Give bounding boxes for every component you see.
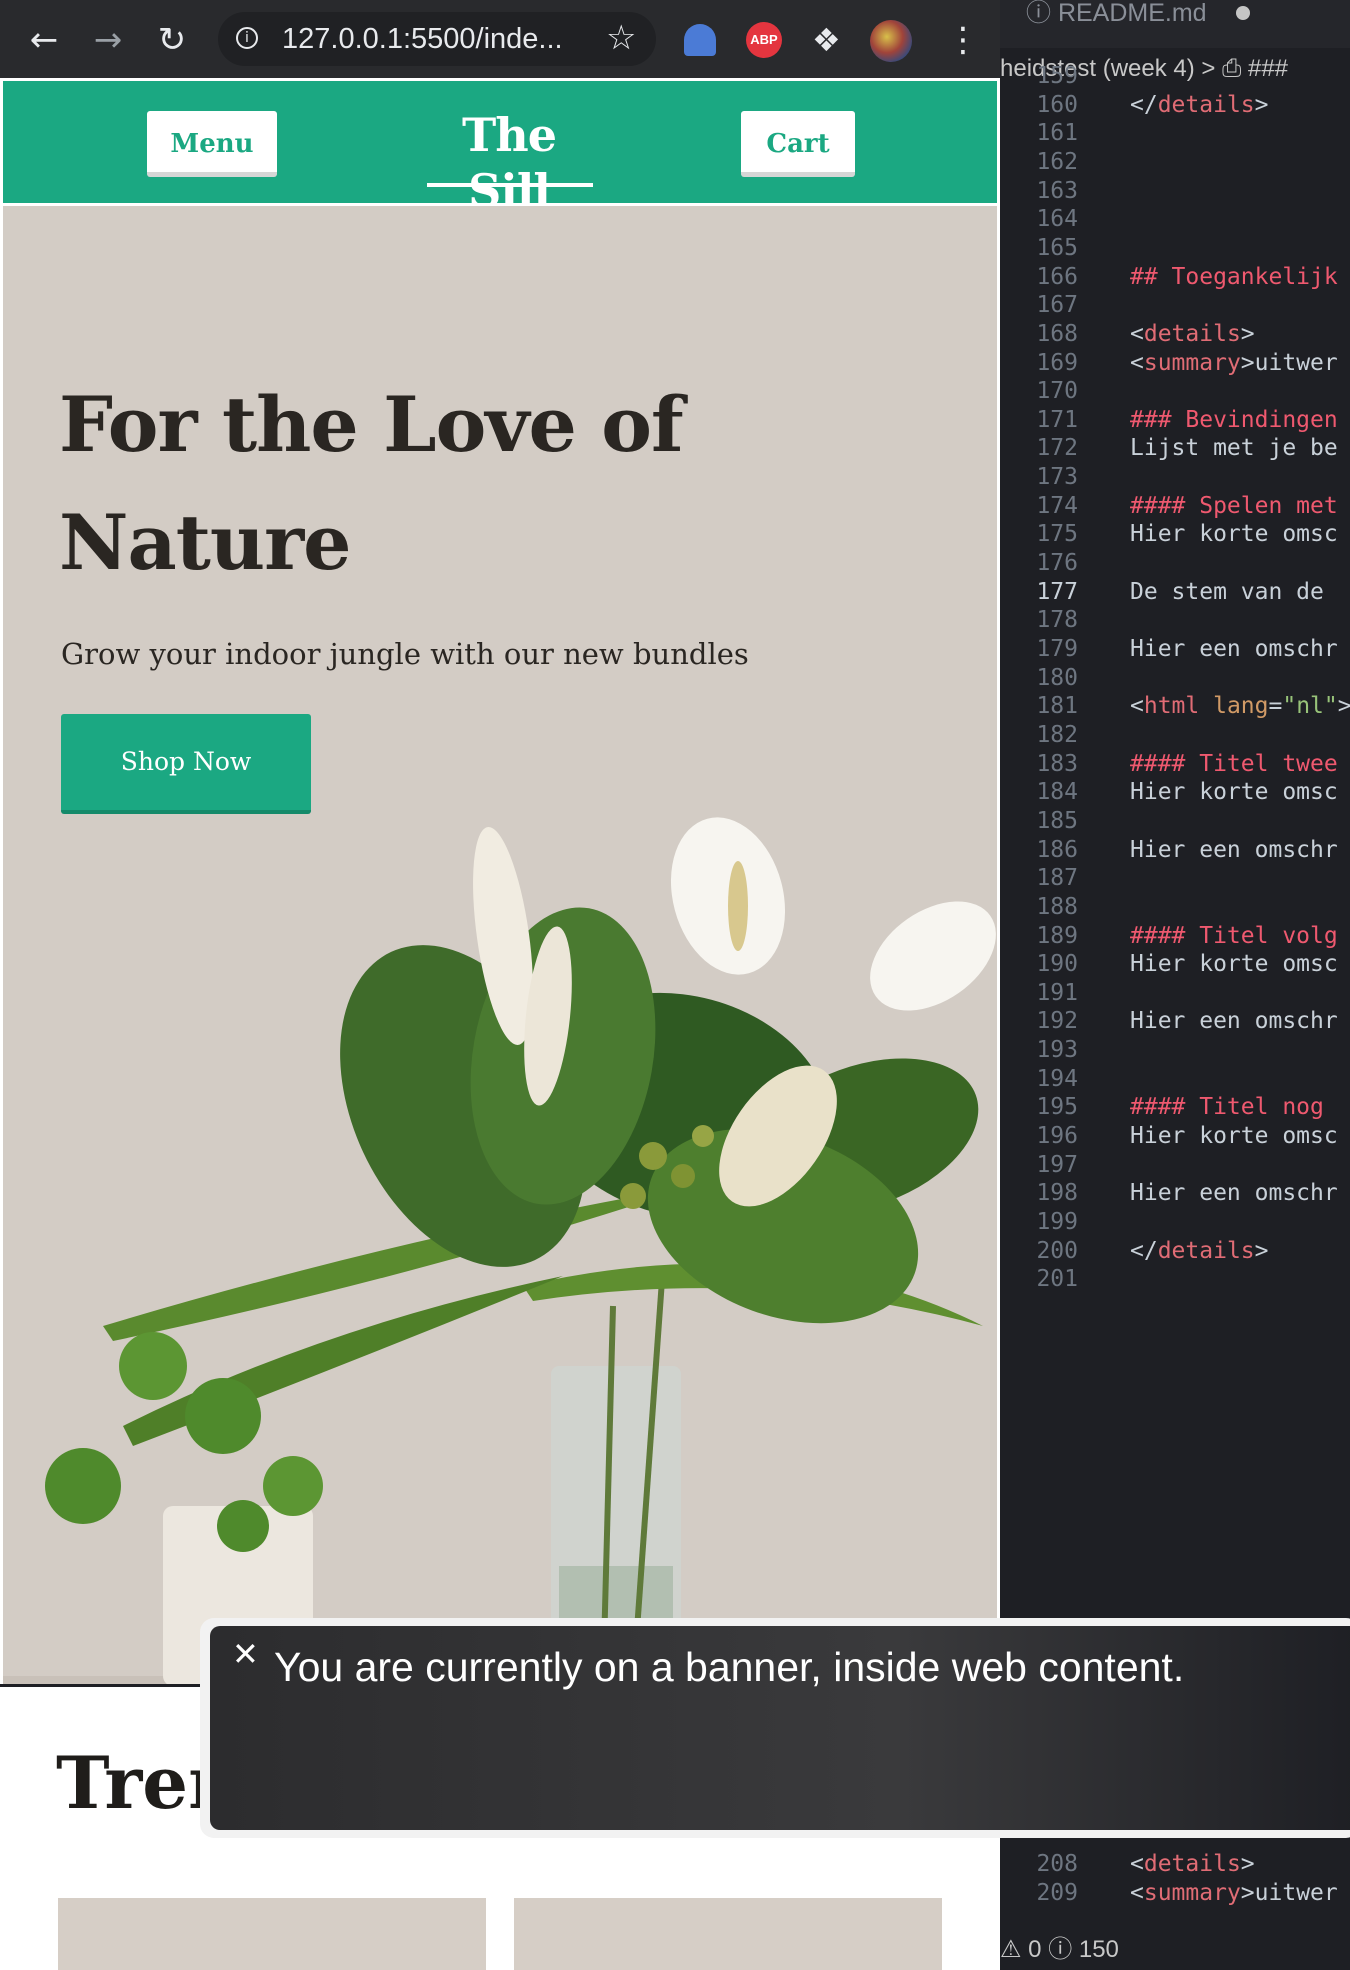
menu-button[interactable]: Menu bbox=[147, 111, 277, 177]
hero-subtitle: Grow your indoor jungle with our new bun… bbox=[61, 637, 749, 671]
code-line[interactable]: 201 bbox=[1000, 1261, 1350, 1297]
status-bar-problems[interactable]: ⚠ 0 ⓘ 150 bbox=[1000, 1930, 1350, 1970]
editor-tab-bar: ⓘ README.md bbox=[1000, 0, 1350, 48]
address-bar[interactable]: i 127.0.0.1:5500/inde... ☆ bbox=[218, 12, 656, 66]
back-icon[interactable]: ← bbox=[26, 22, 62, 58]
code-line[interactable]: 209 <summary>uitwer bbox=[1000, 1875, 1350, 1911]
site-header: Menu The Sill Cart bbox=[0, 78, 1000, 218]
extensions-puzzle-icon[interactable]: ❖ bbox=[812, 22, 841, 58]
forward-icon[interactable]: → bbox=[90, 22, 126, 58]
voiceover-caption-inner: ✕ You are currently on a banner, inside … bbox=[210, 1626, 1350, 1830]
editor-tab[interactable]: ⓘ README.md bbox=[1026, 0, 1207, 26]
ghost-extension-icon[interactable] bbox=[684, 24, 716, 56]
adblock-plus-icon[interactable]: ABP bbox=[746, 22, 782, 58]
line-number: 201 bbox=[1036, 1266, 1078, 1293]
cart-button[interactable]: Cart bbox=[741, 111, 855, 177]
hero-banner: For the Love of Nature Grow your indoor … bbox=[0, 206, 1000, 1686]
profile-avatar[interactable] bbox=[870, 20, 912, 62]
shop-now-button[interactable]: Shop Now bbox=[61, 714, 311, 814]
product-card[interactable] bbox=[58, 1898, 486, 1970]
tab-title: README.md bbox=[1057, 0, 1207, 27]
bookmark-star-icon[interactable]: ☆ bbox=[606, 20, 636, 56]
close-icon[interactable]: ✕ bbox=[232, 1634, 259, 1674]
line-code: <summary>uitwer bbox=[1130, 1879, 1338, 1906]
voiceover-caption-panel: ✕ You are currently on a banner, inside … bbox=[200, 1618, 1350, 1838]
logo-underline bbox=[427, 183, 593, 187]
reload-icon[interactable]: ↻ bbox=[154, 22, 190, 58]
site-logo[interactable]: The Sill bbox=[419, 107, 599, 219]
hero-title: For the Love of Nature bbox=[59, 380, 684, 587]
line-number: 209 bbox=[1036, 1879, 1078, 1906]
url-text[interactable]: 127.0.0.1:5500/inde... bbox=[282, 24, 563, 54]
browser-toolbar: ← → ↻ i 127.0.0.1:5500/inde... ☆ ABP ❖ ⋮ bbox=[0, 0, 1000, 78]
voiceover-caption-text: You are currently on a banner, inside we… bbox=[274, 1644, 1185, 1690]
plant-bouquet-image bbox=[3, 817, 997, 1686]
more-menu-icon[interactable]: ⋮ bbox=[946, 20, 980, 60]
product-card[interactable] bbox=[514, 1898, 942, 1970]
site-info-icon[interactable]: i bbox=[236, 27, 258, 49]
unsaved-dot-icon bbox=[1236, 6, 1250, 20]
